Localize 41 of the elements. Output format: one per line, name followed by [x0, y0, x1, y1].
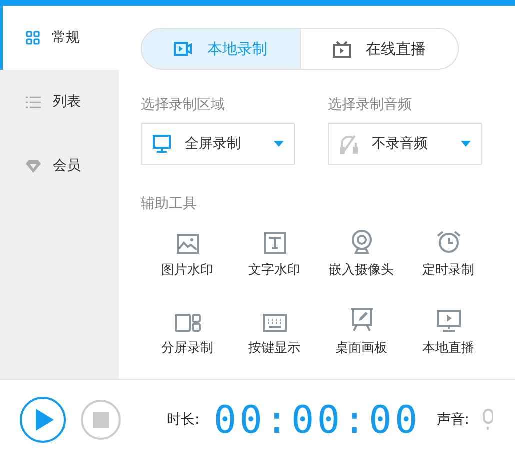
- grid-icon: [26, 31, 40, 45]
- keyboard-icon: [262, 314, 286, 332]
- alarm-clock-icon: [436, 230, 462, 254]
- duration-label: 时长:: [167, 411, 200, 429]
- play-button[interactable]: [20, 397, 66, 443]
- split-screen-icon: [174, 314, 200, 332]
- tool-button[interactable]: 分屏录制: [144, 299, 231, 357]
- video-camera-icon: [174, 42, 192, 56]
- dropdown[interactable]: 不录音频: [328, 123, 482, 165]
- diamond-icon: [26, 160, 41, 172]
- caret-icon: [274, 141, 284, 147]
- selector-label: 选择录制区域: [141, 96, 226, 114]
- timer-display: 00:00:00: [214, 398, 421, 442]
- tab[interactable]: 在线直播: [300, 29, 458, 69]
- image-icon: [176, 234, 198, 254]
- monitor-icon: [153, 135, 171, 153]
- sidebar-item[interactable]: 常规: [0, 6, 119, 70]
- sidebar-item[interactable]: 列表: [0, 70, 119, 134]
- section-title: 辅助工具: [141, 195, 198, 213]
- play-screen-icon: [436, 310, 460, 332]
- tool-button[interactable]: 按键显示: [231, 299, 318, 357]
- tool-button[interactable]: 文字水印: [231, 221, 318, 279]
- selector-label: 选择录制音频: [328, 96, 413, 114]
- microphone-icon[interactable]: [483, 409, 494, 431]
- tool-button[interactable]: 图片水印: [144, 221, 231, 279]
- tool-button[interactable]: 桌面画板: [318, 299, 405, 357]
- text-icon: [264, 232, 286, 254]
- dropdown[interactable]: 全屏录制: [141, 123, 295, 165]
- tool-button[interactable]: 本地直播: [405, 299, 492, 357]
- easel-icon: [350, 308, 374, 332]
- muted-speaker-icon: [340, 134, 358, 154]
- sidebar-item[interactable]: 会员: [0, 134, 119, 198]
- tv-icon: [332, 40, 351, 58]
- play-icon: [36, 409, 54, 431]
- list-icon: [26, 96, 41, 108]
- stop-button[interactable]: [81, 400, 121, 440]
- tool-button[interactable]: 嵌入摄像头: [318, 221, 405, 279]
- sound-label: 声音:: [436, 411, 470, 429]
- tool-button[interactable]: 定时录制: [405, 221, 492, 279]
- webcam-icon: [350, 230, 372, 254]
- caret-icon: [461, 141, 471, 147]
